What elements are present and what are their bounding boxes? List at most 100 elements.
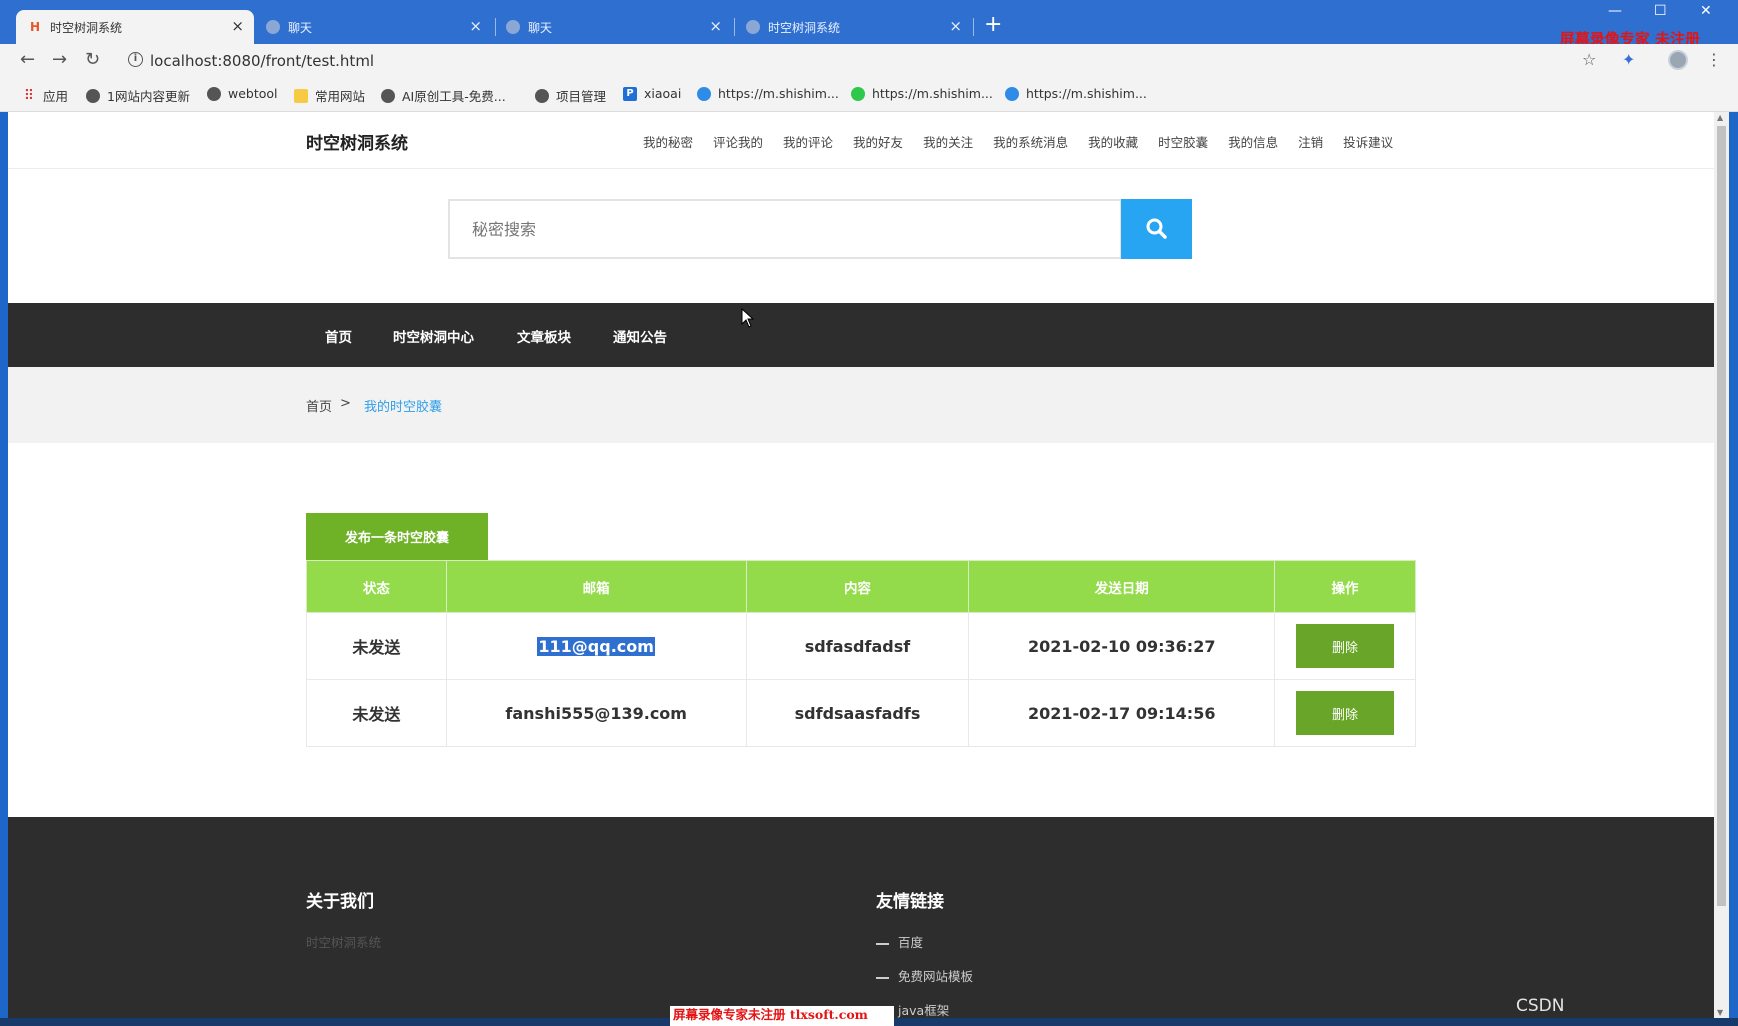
email-cell: fanshi555@139.com: [445, 679, 747, 747]
browser-tab-2[interactable]: 聊天 ×: [254, 10, 492, 44]
bookmark-label: 项目管理: [556, 89, 607, 104]
breadcrumb-home[interactable]: 首页: [306, 396, 332, 415]
scroll-down-icon[interactable]: ▼: [1717, 1008, 1723, 1017]
profile-avatar[interactable]: [1668, 50, 1688, 70]
maximize-icon[interactable]: ☐: [1654, 3, 1667, 19]
search-button[interactable]: [1121, 199, 1192, 259]
top-nav-item[interactable]: 我的好友: [853, 132, 903, 151]
top-nav-item[interactable]: 我的系统消息: [993, 132, 1068, 151]
bookmark-label: https://m.shishim...: [872, 86, 993, 101]
globe-icon: [86, 88, 100, 103]
minimize-icon[interactable]: —: [1608, 3, 1622, 19]
site-favicon-icon: H: [29, 20, 41, 34]
top-nav-item[interactable]: 我的信息: [1228, 132, 1278, 151]
publish-capsule-button[interactable]: 发布一条时空胶囊: [306, 513, 488, 560]
top-nav-item[interactable]: 我的评论: [783, 132, 833, 151]
email-selected-text[interactable]: 111@qq.com: [537, 636, 655, 656]
tab-title: 聊天: [288, 20, 313, 35]
bookmark-label: AI原创工具-免费...: [402, 89, 506, 104]
extension-icon[interactable]: ✦: [1622, 50, 1635, 69]
main-nav-item[interactable]: 首页: [325, 326, 352, 346]
url-text[interactable]: localhost:8080/front/test.html: [150, 52, 374, 70]
forward-arrow-icon[interactable]: →: [52, 49, 67, 70]
bookmarks-bar: ⠿ 应用 1网站内容更新 webtool 常用网站 AI原创工具-免费... 项目…: [0, 78, 1738, 112]
browser-tab-3[interactable]: 聊天 ×: [494, 10, 732, 44]
main-nav: 首页 时空树洞中心 文章板块 通知公告: [8, 303, 1714, 367]
main-nav-item[interactable]: 文章板块: [517, 326, 571, 346]
delete-button[interactable]: 删除: [1296, 691, 1395, 735]
top-nav: 我的秘密 评论我的 我的评论 我的好友 我的关注 我的系统消息 我的收藏 时空胶…: [643, 132, 1413, 151]
menu-dots-icon[interactable]: ⋮: [1706, 50, 1722, 69]
web-page: 时空树洞系统 我的秘密 评论我的 我的评论 我的好友 我的关注 我的系统消息 我…: [8, 112, 1714, 1018]
status-cell: 未发送: [306, 612, 447, 680]
bookmark-star-icon[interactable]: ☆: [1582, 50, 1596, 69]
footer-link-label: java框架: [898, 1003, 950, 1018]
top-nav-item[interactable]: 我的收藏: [1088, 132, 1138, 151]
top-nav-item[interactable]: 我的关注: [923, 132, 973, 151]
breadcrumb-separator: >: [340, 396, 351, 411]
bookmark-item[interactable]: webtool: [207, 86, 278, 101]
globe-icon: [381, 88, 395, 103]
globe-icon: [746, 20, 760, 34]
blue-circle-icon: [697, 86, 711, 101]
back-arrow-icon[interactable]: ←: [20, 49, 35, 70]
close-icon[interactable]: ×: [949, 18, 962, 34]
reload-icon[interactable]: ↻: [85, 49, 100, 70]
column-header: 邮箱: [445, 560, 747, 613]
bookmark-item[interactable]: AI原创工具-免费...: [381, 86, 506, 105]
info-icon[interactable]: i: [128, 52, 143, 67]
table-row: 未发送 111@qq.com sdfasdfadsf 2021-02-10 09…: [306, 612, 1416, 680]
bookmark-item[interactable]: 项目管理: [535, 86, 606, 105]
about-title: 关于我们: [306, 892, 374, 912]
dash-icon: [876, 942, 889, 945]
bookmark-item[interactable]: https://m.shishim...: [851, 86, 993, 101]
scroll-up-icon[interactable]: ▲: [1717, 113, 1723, 122]
top-nav-item[interactable]: 时空胶囊: [1158, 132, 1208, 151]
content-cell: sdfdsaasfadfs: [745, 679, 970, 747]
main-nav-item[interactable]: 通知公告: [613, 326, 667, 346]
wechat-icon: [851, 86, 865, 101]
close-icon[interactable]: ×: [469, 18, 482, 34]
table-header-row: 状态 邮箱 内容 发送日期 操作: [306, 560, 1416, 613]
bookmark-label: webtool: [228, 86, 278, 101]
action-cell: 删除: [1274, 679, 1416, 747]
bookmark-item[interactable]: https://m.shishim...: [1005, 86, 1147, 101]
search-bar: [448, 199, 1192, 259]
browser-tab-1[interactable]: H 时空树洞系统 ×: [16, 10, 254, 44]
browser-tab-4[interactable]: 时空树洞系统 ×: [734, 10, 972, 44]
window-close-icon[interactable]: ✕: [1700, 3, 1712, 19]
browser-tab-bar: H 时空树洞系统 × 聊天 × 聊天 × 时空树洞系统 × + — ☐ ✕ 屏幕…: [0, 0, 1738, 48]
status-cell: 未发送: [306, 679, 447, 747]
close-icon[interactable]: ×: [231, 18, 244, 34]
site-header: 时空树洞系统 我的秘密 评论我的 我的评论 我的好友 我的关注 我的系统消息 我…: [8, 112, 1714, 169]
scroll-thumb[interactable]: [1717, 126, 1726, 906]
site-footer: 关于我们 时空树洞系统 友情链接 百度 免费网站模板 java框架: [8, 817, 1714, 1018]
close-icon[interactable]: ×: [709, 18, 722, 34]
new-tab-button[interactable]: +: [984, 13, 1002, 37]
delete-button[interactable]: 删除: [1296, 624, 1395, 668]
table-row: 未发送 fanshi555@139.com sdfdsaasfadfs 2021…: [306, 679, 1416, 747]
bookmark-item[interactable]: 1网站内容更新: [86, 86, 190, 105]
top-nav-item[interactable]: 评论我的: [713, 132, 763, 151]
action-cell: 删除: [1274, 612, 1416, 680]
tab-divider: [973, 18, 974, 36]
bookmark-item[interactable]: https://m.shishim...: [697, 86, 839, 101]
top-nav-item[interactable]: 我的秘密: [643, 132, 693, 151]
top-nav-item[interactable]: 投诉建议: [1343, 132, 1393, 151]
footer-link-label: 百度: [898, 935, 924, 950]
vertical-scrollbar[interactable]: ▲ ▼: [1714, 112, 1729, 1018]
search-input[interactable]: [448, 199, 1122, 259]
bookmark-item[interactable]: 常用网站: [294, 86, 365, 105]
footer-link[interactable]: 免费网站模板: [876, 966, 973, 985]
date-cell: 2021-02-10 09:36:27: [968, 612, 1276, 680]
top-nav-item[interactable]: 注销: [1298, 132, 1323, 151]
main-nav-item[interactable]: 时空树洞中心: [393, 326, 474, 346]
bookmark-item[interactable]: ⠿ 应用: [22, 86, 68, 105]
bookmark-label: https://m.shishim...: [718, 86, 839, 101]
footer-link[interactable]: 百度: [876, 932, 923, 951]
site-title[interactable]: 时空树洞系统: [306, 129, 408, 154]
bookmark-item[interactable]: Pxiaoai: [623, 86, 681, 101]
breadcrumb-current[interactable]: 我的时空胶囊: [364, 396, 442, 415]
globe-icon: [506, 20, 520, 34]
links-title: 友情链接: [876, 892, 944, 912]
